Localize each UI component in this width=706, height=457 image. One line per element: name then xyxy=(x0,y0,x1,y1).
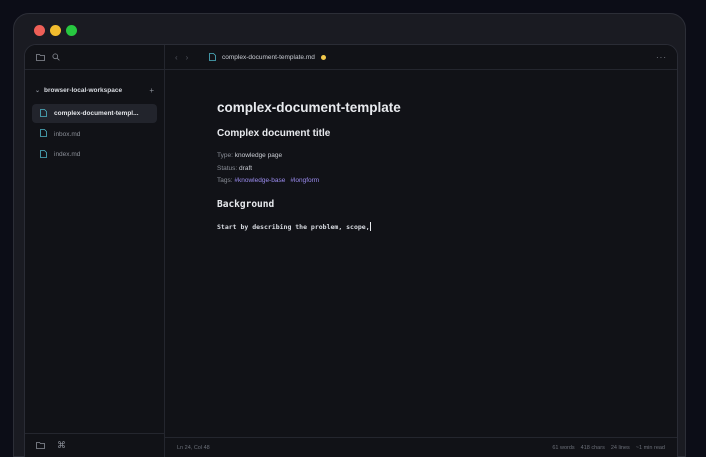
folder-icon[interactable] xyxy=(36,441,45,451)
new-file-button[interactable]: + xyxy=(149,86,154,95)
close-window-button[interactable] xyxy=(34,25,45,36)
sidebar: ⌄ browser-local-workspace + complex-docu… xyxy=(25,70,165,457)
unsaved-indicator xyxy=(320,55,326,60)
top-bar: ‹ › complex-document-template.md ··· xyxy=(25,45,677,70)
paragraph-text: Start by describing the problem, scope, xyxy=(217,222,370,231)
sidebar-item-index[interactable]: index.md xyxy=(32,145,157,164)
char-count: 418 chars xyxy=(580,444,605,451)
tags-row: Tags: #knowledge-base #longform xyxy=(217,175,401,188)
status-label: Status: xyxy=(217,164,238,172)
sidebar-item-complex-document-template[interactable]: complex-document-templ... xyxy=(32,104,157,123)
minimize-window-button[interactable] xyxy=(50,25,61,36)
tags-label: Tags: xyxy=(217,177,233,184)
text-caret xyxy=(369,221,371,231)
tag-link[interactable]: #knowledge-base xyxy=(234,177,285,184)
forward-button[interactable]: › xyxy=(186,53,189,62)
line-count: 24 lines xyxy=(610,444,630,451)
document-stats: 61 words 418 chars 24 lines ~1 min read xyxy=(552,445,665,451)
sidebar-item-label: index.md xyxy=(54,151,81,158)
status-value: draft xyxy=(239,164,253,172)
topbar-sidebar-controls xyxy=(25,45,165,70)
workspace-header[interactable]: ⌄ browser-local-workspace + xyxy=(35,84,154,96)
file-icon xyxy=(40,129,47,139)
file-icon xyxy=(40,108,47,119)
maximize-window-button[interactable] xyxy=(66,25,77,36)
file-icon xyxy=(209,52,216,63)
file-list: complex-document-templ... inbox.md index… xyxy=(32,104,157,166)
word-count: 61 words xyxy=(552,444,575,451)
status-row: Status: draft xyxy=(217,163,401,176)
tag-link[interactable]: #longform xyxy=(290,177,319,184)
traffic-lights xyxy=(34,25,77,36)
section-heading: Background xyxy=(217,198,275,210)
app-window: ‹ › complex-document-template.md ··· ⌄ b… xyxy=(13,13,686,457)
editor-app: ‹ › complex-document-template.md ··· ⌄ b… xyxy=(24,44,678,457)
cursor-position: Ln 24, Col 48 xyxy=(177,444,210,451)
status-bar: Ln 24, Col 48 61 words 418 chars 24 line… xyxy=(165,437,677,457)
tab-active-document[interactable]: complex-document-template.md xyxy=(209,45,326,70)
sidebar-item-inbox[interactable]: inbox.md xyxy=(32,125,157,144)
frontmatter: Type: knowledge page Status: draft Tags:… xyxy=(217,150,401,188)
history-nav: ‹ › xyxy=(175,45,188,70)
read-time: ~1 min read xyxy=(635,444,665,451)
search-icon[interactable] xyxy=(52,52,60,63)
chevron-down-icon: ⌄ xyxy=(35,87,41,94)
more-options-button[interactable]: ··· xyxy=(656,45,667,70)
type-label: Type: xyxy=(217,152,233,159)
document-title: Complex document title xyxy=(217,128,331,139)
file-icon xyxy=(40,149,47,160)
back-button[interactable]: ‹ xyxy=(175,53,178,62)
folder-icon[interactable] xyxy=(36,53,45,63)
editor-pane[interactable]: complex-document-template Complex docume… xyxy=(165,70,677,457)
sidebar-footer: ⌘ xyxy=(25,433,164,457)
sidebar-item-label: complex-document-templ... xyxy=(54,110,139,117)
tab-title: complex-document-template.md xyxy=(222,54,315,61)
paragraph: Start by describing the problem, scope, xyxy=(217,221,401,231)
document-content: complex-document-template Complex docume… xyxy=(217,100,401,231)
type-value: knowledge page xyxy=(234,152,283,159)
sidebar-item-label: inbox.md xyxy=(54,130,81,138)
command-icon[interactable]: ⌘ xyxy=(57,441,66,450)
file-heading: complex-document-template xyxy=(217,100,401,115)
type-row: Type: knowledge page xyxy=(217,150,401,163)
workspace-name: browser-local-workspace xyxy=(44,86,123,94)
